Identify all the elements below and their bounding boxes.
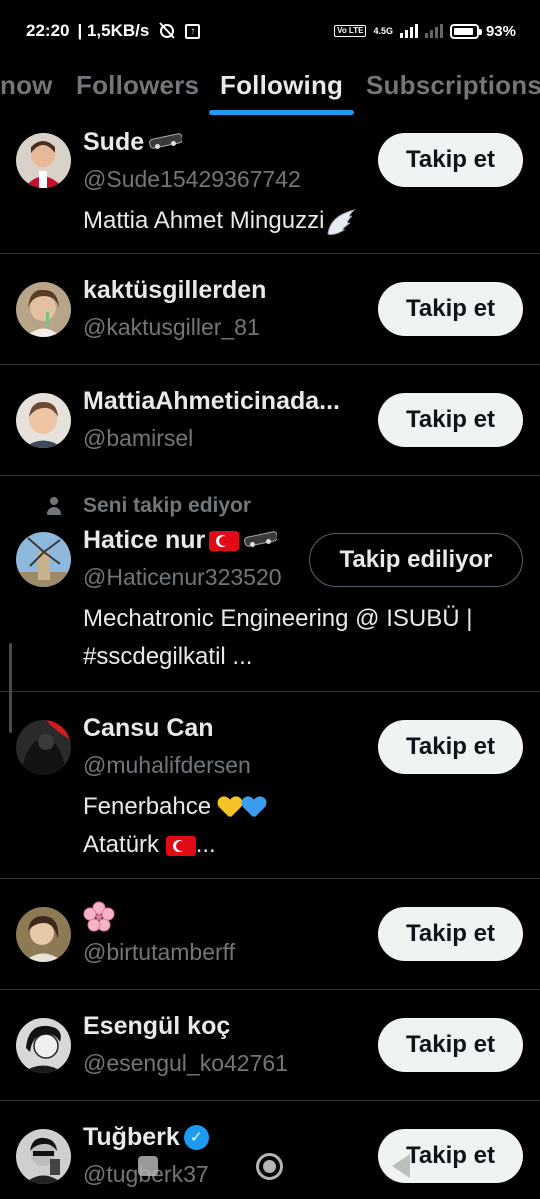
blue-heart-icon: [242, 797, 266, 819]
person-icon: [45, 496, 63, 516]
signal-icon: [399, 24, 418, 38]
follow-button[interactable]: Takip et: [378, 133, 523, 187]
battery-icon: [449, 23, 482, 39]
bio-line: Fenerbahce: [83, 788, 526, 826]
turkey-flag-icon: [209, 530, 240, 551]
status-left: 22:20 | 1,5KB/s ↑: [26, 20, 201, 43]
user-row[interactable]: Seni takip ediyor Hatice nur @Haticenur3…: [0, 476, 540, 692]
avatar[interactable]: [16, 393, 71, 448]
following-button[interactable]: Takip ediliyor: [309, 533, 523, 587]
yellow-heart-icon: [218, 797, 242, 819]
bio-text: Atatürk: [83, 831, 160, 858]
skateboard-emoji-icon: [148, 134, 182, 152]
user-row[interactable]: Tuğberk✓ @tugberk37 Takip et: [0, 1101, 540, 1199]
user-name: Esengül koç: [83, 1012, 230, 1041]
user-row[interactable]: @birtutamberff Takip et: [0, 879, 540, 990]
user-handle: @birtutamberff: [83, 939, 236, 965]
user-name-text: kaktüsgillerden: [83, 276, 267, 304]
user-name: kaktüsgillerden: [83, 276, 266, 305]
avatar[interactable]: [16, 720, 71, 775]
avatar[interactable]: [16, 1018, 71, 1073]
status-bar: 22:20 | 1,5KB/s ↑ Vo LTE 4.5G 93%: [0, 0, 540, 62]
user-name: [83, 901, 119, 933]
follow-button[interactable]: Takip et: [378, 720, 523, 774]
user-name: Hatice nur: [83, 526, 277, 555]
tab-now[interactable]: now: [0, 70, 53, 101]
follow-button[interactable]: Takip et: [378, 907, 523, 961]
avatar[interactable]: [16, 133, 71, 188]
avatar[interactable]: [16, 282, 71, 337]
user-row[interactable]: Esengül koç @esengul_ko42761 Takip et: [0, 990, 540, 1101]
user-name-text: MattiaAhmeticinada...: [83, 387, 340, 415]
clock: 22:20: [26, 21, 70, 40]
following-list: Sude @Sude15429367742 Mattia Ahmet Mingu…: [0, 118, 540, 1199]
user-name-text: Esengül koç: [83, 1012, 231, 1040]
user-name-text: Tuğberk: [83, 1123, 180, 1151]
avatar[interactable]: [16, 907, 71, 962]
follows-you-text: Seni takip ediyor: [83, 494, 252, 517]
tab-followers[interactable]: Followers: [76, 70, 199, 101]
user-name: Sude: [83, 128, 182, 157]
scrollbar-thumb[interactable]: [9, 643, 12, 733]
active-tab-indicator: [209, 110, 354, 115]
avatar[interactable]: [16, 1129, 71, 1184]
bio-text: ...: [195, 831, 216, 858]
bio-text: Fenerbahce: [83, 793, 212, 820]
user-row[interactable]: Sude @Sude15429367742 Mattia Ahmet Mingu…: [0, 118, 540, 254]
skateboard-emoji-icon: [243, 532, 277, 550]
network-type: 4.5G: [373, 26, 393, 36]
user-row[interactable]: kaktüsgillerden @kaktusgiller_81 Takip e…: [0, 254, 540, 365]
user-name-text: Cansu Can: [83, 714, 214, 742]
tab-bar: now Followers Following Subscriptions: [0, 62, 540, 118]
wing-emoji-icon: [327, 208, 357, 235]
bio-line: Mechatronic Engineering @ ISUBÜ |: [83, 605, 473, 632]
user-handle: @kaktusgiller_81: [83, 314, 260, 340]
user-name: MattiaAhmeticinada...: [83, 387, 373, 416]
battery-percent: 93%: [485, 22, 516, 40]
user-bio-text: Mattia Ahmet Minguzzi: [83, 207, 325, 234]
battery-fill: [453, 27, 474, 35]
user-handle: @esengul_ko42761: [83, 1050, 288, 1076]
bio-line: Atatürk ...: [83, 826, 526, 864]
user-bio: Fenerbahce Atatürk ...: [83, 788, 526, 864]
recent-apps-icon[interactable]: [138, 1156, 158, 1176]
status-right: Vo LTE 4.5G 93%: [334, 23, 516, 40]
verified-badge-icon: ✓: [183, 1125, 209, 1150]
upload-icon: ↑: [185, 23, 201, 39]
bio-line: #sscdegilkatil ...: [83, 643, 253, 670]
user-name: Tuğberk ✓: [83, 1123, 209, 1152]
network-speed: | 1,5KB/s: [77, 21, 150, 40]
follow-button[interactable]: Takip et: [378, 1018, 523, 1072]
volte-icon: Vo LTE: [334, 25, 367, 37]
user-handle: @Sude15429367742: [83, 166, 301, 192]
user-name: Cansu Can: [83, 714, 214, 743]
follows-you-label: Seni takip ediyor: [45, 494, 251, 518]
signal-2-icon: [424, 24, 443, 38]
follow-button[interactable]: Takip et: [378, 282, 523, 336]
tab-following[interactable]: Following: [220, 70, 343, 101]
user-handle: @muhalifdersen: [83, 752, 251, 778]
back-icon[interactable]: [392, 1154, 410, 1178]
user-bio: Mattia Ahmet Minguzzi: [83, 202, 526, 240]
home-icon[interactable]: [256, 1153, 283, 1180]
alarm-off-icon: [157, 20, 177, 43]
user-handle: @Haticenur323520: [83, 564, 282, 590]
cherry-blossom-icon: [83, 901, 115, 932]
user-handle: @bamirsel: [83, 425, 194, 451]
tab-subscriptions[interactable]: Subscriptions: [366, 70, 540, 101]
user-row[interactable]: Cansu Can @muhalifdersen Fenerbahce Atat…: [0, 692, 540, 879]
avatar[interactable]: [16, 532, 71, 587]
follow-button[interactable]: Takip et: [378, 393, 523, 447]
user-name-text: Sude: [83, 128, 145, 156]
turkey-flag-icon: [165, 835, 196, 856]
user-bio: Mechatronic Engineering @ ISUBÜ | #sscde…: [83, 600, 526, 676]
user-name-text: Hatice nur: [83, 526, 206, 554]
user-row[interactable]: MattiaAhmeticinada... @bamirsel Takip et: [0, 365, 540, 476]
